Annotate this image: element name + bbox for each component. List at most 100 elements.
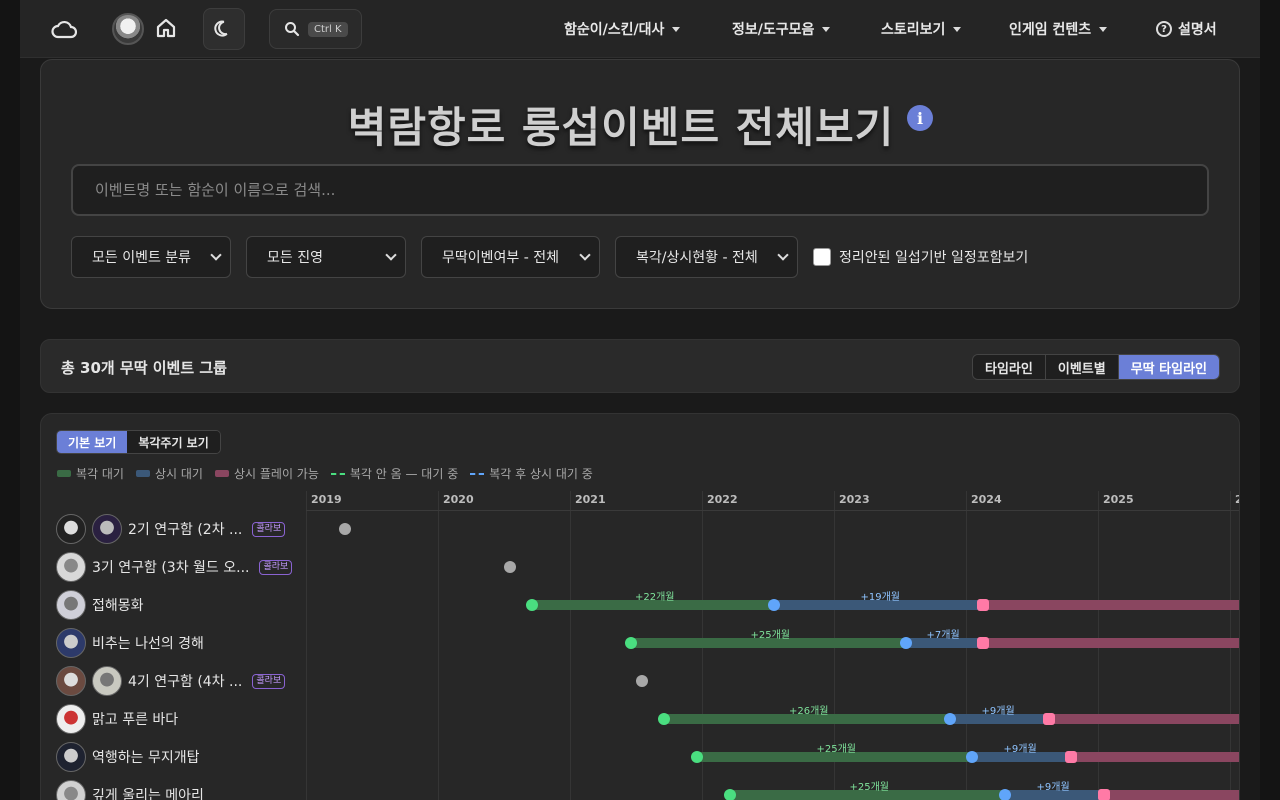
event-row-label[interactable]: 비추는 나선의 경해	[56, 626, 204, 660]
permanent-marker	[1098, 789, 1110, 800]
event-search-input[interactable]	[71, 164, 1209, 216]
event-marker	[339, 523, 351, 535]
event-name: 4기 연구함 (4차 ...	[128, 674, 243, 690]
menu-tools[interactable]: 정보/도구모음	[732, 0, 831, 58]
rerun-dot	[999, 789, 1011, 800]
search-icon	[285, 22, 300, 37]
rerun-dot	[944, 713, 956, 725]
rerun-dot	[966, 751, 978, 763]
filter-rerun-value: 복각/상시현황 - 전체	[636, 250, 758, 266]
question-circle-icon: ?	[1156, 21, 1172, 37]
ship-avatar	[92, 514, 122, 544]
caret-down-icon	[822, 26, 831, 32]
ship-avatar	[56, 742, 86, 772]
event-marker	[504, 561, 516, 573]
filter-free-select[interactable]: 무딱이벤여부 - 전체	[421, 236, 600, 278]
year-label: 2020	[443, 493, 474, 506]
legend-swatch	[214, 470, 229, 477]
event-row-label[interactable]: 3기 연구함 (3차 월드 오... 콜라보	[56, 550, 293, 584]
caret-down-icon	[672, 26, 681, 32]
permanent-marker	[1065, 751, 1077, 763]
info-icon[interactable]: i	[907, 105, 933, 131]
event-name: 접해몽화	[92, 598, 144, 614]
caret-down-icon	[953, 26, 962, 32]
view-tab-free-timeline[interactable]: 무딱 타임라인	[1118, 355, 1219, 379]
year-gridline	[306, 491, 307, 800]
view-switcher: 타임라인 이벤트별 무딱 타임라인	[972, 354, 1220, 380]
event-row-label[interactable]: 역행하는 무지개탑	[56, 740, 200, 774]
chevron-down-icon	[210, 249, 222, 261]
legend-item: 복각 후 상시 대기 중	[470, 465, 593, 482]
year-label: 2024	[971, 493, 1002, 506]
mode-cycle-button[interactable]: 복각주기 보기	[127, 431, 220, 453]
chevron-down-icon	[579, 249, 591, 261]
year-label: 2021	[575, 493, 606, 506]
chevron-down-icon	[777, 249, 789, 261]
gap-label-rerun: +25개월	[750, 630, 791, 641]
top-navbar: Ctrl K 함순이/스킨/대사 정보/도구모음 스토리보기 인게임 컨텐츠 ?…	[20, 0, 1260, 58]
ship-avatar	[56, 628, 86, 658]
filter-category-select[interactable]: 모든 이벤트 분류	[71, 236, 231, 278]
user-avatar[interactable]	[112, 13, 144, 45]
legend-item: 복각 안 옴 — 대기 중	[330, 465, 459, 482]
theme-toggle-button[interactable]	[203, 8, 245, 50]
cloud-icon[interactable]	[50, 17, 78, 41]
view-tab-timeline[interactable]: 타임라인	[973, 355, 1046, 379]
event-name: 3기 연구함 (3차 월드 오...	[92, 560, 250, 576]
gap-label-perm: +9개월	[1003, 744, 1037, 755]
search-button[interactable]: Ctrl K	[269, 9, 362, 49]
collab-badge: 콜라보	[259, 559, 293, 575]
timeline-panel: 기본 보기 복각주기 보기 복각 대기 상시 대기 상시 플레이 가능 복각 안 옴 …	[40, 413, 1240, 800]
legend-swatch	[330, 472, 345, 475]
left-gutter	[0, 0, 20, 800]
mode-basic-button[interactable]: 기본 보기	[57, 431, 128, 453]
event-row-label[interactable]: 4기 연구함 (4차 ... 콜라보	[56, 664, 286, 698]
filter-category-value: 모든 이벤트 분류	[92, 250, 192, 266]
permanent-marker	[977, 637, 989, 649]
legend-swatch	[470, 472, 485, 475]
home-icon[interactable]	[154, 16, 178, 40]
menu-story[interactable]: 스토리보기	[881, 0, 962, 58]
gap-label-perm: +19개월	[860, 592, 901, 603]
collab-badge: 콜라보	[252, 521, 286, 537]
rerun-dot	[900, 637, 912, 649]
start-dot	[724, 789, 736, 800]
search-shortcut-badge: Ctrl K	[308, 21, 348, 37]
event-name: 깊게 울리는 메아리	[92, 788, 204, 800]
menu-help[interactable]: ? 설명서	[1156, 0, 1217, 58]
gap-label-perm: +9개월	[1036, 782, 1070, 793]
menu-ingame[interactable]: 인게임 컨텐츠	[1009, 0, 1108, 58]
ship-avatar	[92, 666, 122, 696]
legend-label: 복각 안 옴 — 대기 중	[349, 467, 459, 481]
permanent-marker	[1043, 713, 1055, 725]
legend-swatch	[57, 470, 71, 477]
filter-faction-select[interactable]: 모든 진영	[246, 236, 406, 278]
bar-playable	[983, 600, 1239, 610]
event-name: 역행하는 무지개탑	[92, 750, 200, 766]
legend-label: 복각 후 상시 대기 중	[489, 467, 593, 481]
include-jp-schedule-toggle[interactable]: 정리안된 일섭기반 일정포함보기	[813, 247, 1028, 267]
rerun-dot	[768, 599, 780, 611]
timeline-legend: 복각 대기 상시 대기 상시 플레이 가능 복각 안 옴 — 대기 중 복각 후 상시 …	[57, 465, 593, 482]
legend-label: 복각 대기	[76, 467, 124, 481]
filter-rerun-select[interactable]: 복각/상시현황 - 전체	[615, 236, 798, 278]
legend-item: 상시 대기	[135, 465, 203, 482]
gap-label-perm: +7개월	[926, 630, 960, 641]
gap-label-perm: +9개월	[981, 706, 1015, 717]
filter-faction-value: 모든 진영	[267, 250, 323, 266]
include-jp-checkbox[interactable]	[813, 248, 831, 266]
event-name: 2기 연구함 (2차 ...	[128, 522, 243, 538]
bar-playable	[1104, 790, 1239, 800]
event-row-label[interactable]: 맑고 푸른 바다	[56, 702, 178, 736]
moon-icon	[214, 20, 228, 37]
event-row-label[interactable]: 깊게 울리는 메아리	[56, 778, 204, 800]
event-row-label[interactable]: 2기 연구함 (2차 ... 콜라보	[56, 512, 286, 546]
start-dot	[526, 599, 538, 611]
event-row-label[interactable]: 접해몽화	[56, 588, 144, 622]
year-gridline	[570, 491, 571, 800]
ship-avatar	[56, 780, 86, 800]
include-jp-label: 정리안된 일섭기반 일정포함보기	[839, 250, 1029, 266]
menu-ships[interactable]: 함순이/스킨/대사	[564, 0, 681, 58]
caret-down-icon	[1099, 26, 1108, 32]
view-tab-by-event[interactable]: 이벤트별	[1045, 355, 1119, 379]
